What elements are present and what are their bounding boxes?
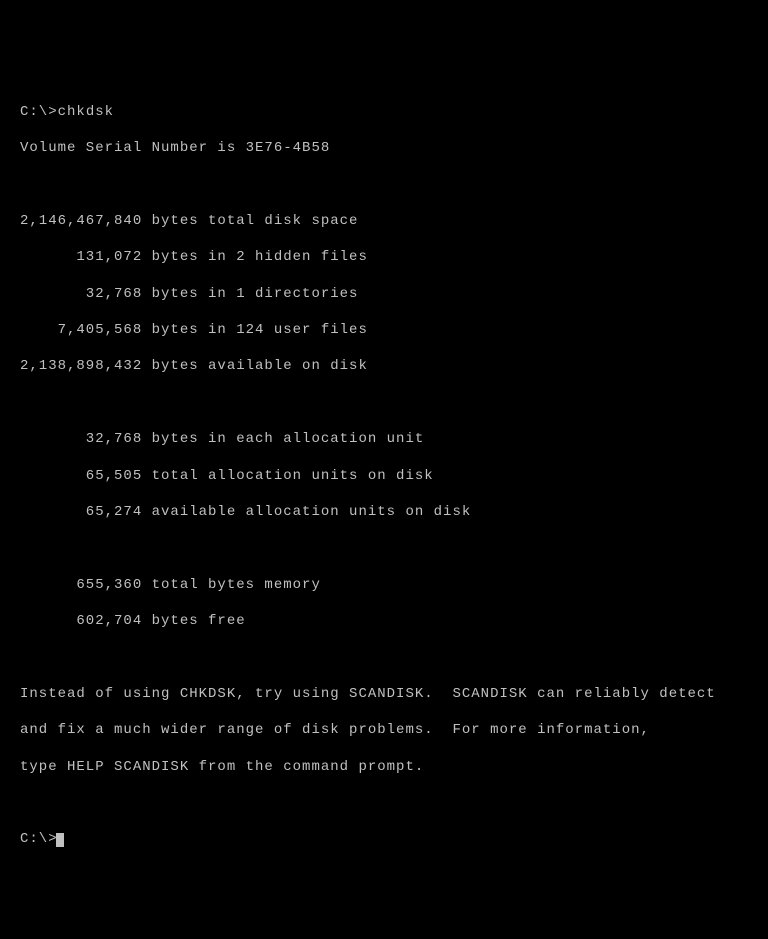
command-prompt[interactable]: C:\> <box>20 830 748 848</box>
output-row: 655,360 total bytes memory <box>20 576 748 594</box>
blank-line <box>20 794 748 812</box>
output-row: 602,704 bytes free <box>20 612 748 630</box>
output-row: 32,768 bytes in 1 directories <box>20 285 748 303</box>
advice-text: Instead of using CHKDSK, try using SCAND… <box>20 685 748 703</box>
blank-line <box>20 648 748 666</box>
blank-line <box>20 176 748 194</box>
blank-line <box>20 539 748 557</box>
advice-text: type HELP SCANDISK from the command prom… <box>20 758 748 776</box>
output-row: 2,138,898,432 bytes available on disk <box>20 357 748 375</box>
output-row: 131,072 bytes in 2 hidden files <box>20 248 748 266</box>
prompt: C:\> <box>20 104 58 120</box>
command-line: C:\>chkdsk <box>20 103 748 121</box>
cursor-icon <box>56 833 64 847</box>
advice-text: and fix a much wider range of disk probl… <box>20 721 748 739</box>
output-row: 32,768 bytes in each allocation unit <box>20 430 748 448</box>
output-row: 7,405,568 bytes in 124 user files <box>20 321 748 339</box>
prompt: C:\> <box>20 831 58 847</box>
output-row: 65,505 total allocation units on disk <box>20 467 748 485</box>
output-row: 2,146,467,840 bytes total disk space <box>20 212 748 230</box>
command: chkdsk <box>58 104 114 120</box>
volume-serial: Volume Serial Number is 3E76-4B58 <box>20 139 748 157</box>
blank-line <box>20 394 748 412</box>
